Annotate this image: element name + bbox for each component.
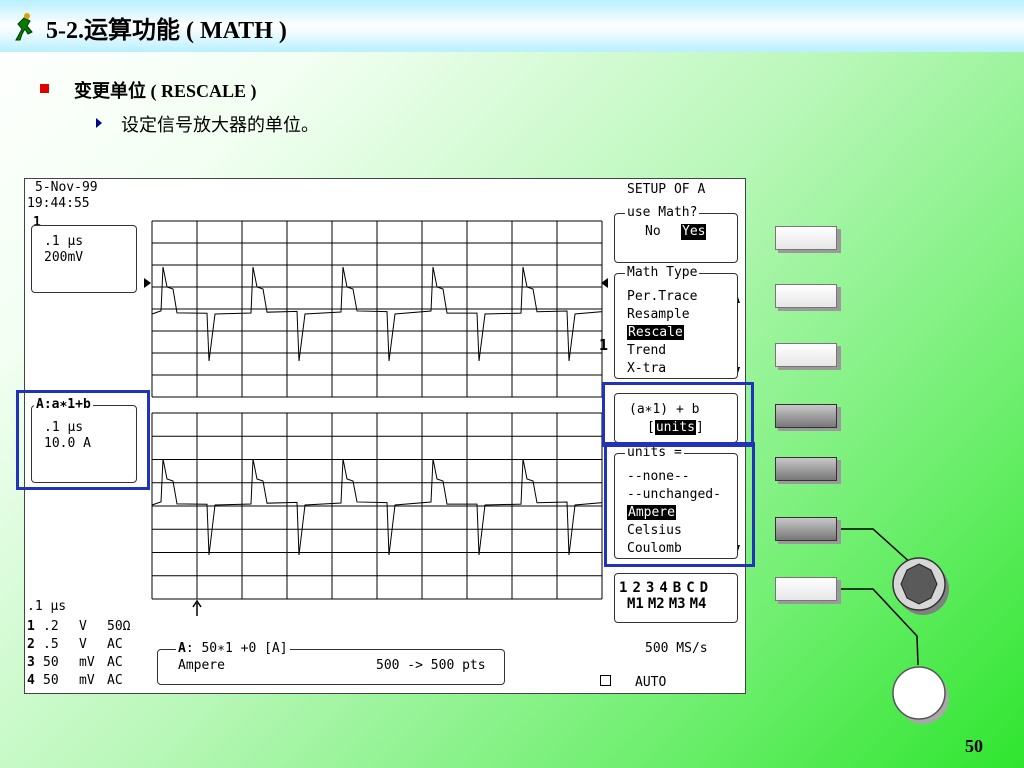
trace-marker-1: 1 bbox=[599, 336, 609, 354]
channel-id: 1 bbox=[27, 619, 35, 634]
channel-unit: V bbox=[79, 637, 87, 652]
trace-a-highlight-frame bbox=[16, 390, 150, 490]
softkey-1[interactable] bbox=[775, 226, 841, 253]
channel-volts: 50 bbox=[43, 673, 59, 688]
use-math-menu[interactable]: use Math? No Yes bbox=[614, 206, 738, 263]
formula-unit: Ampere bbox=[178, 658, 225, 673]
math-type-label: Math Type bbox=[625, 265, 700, 280]
menu-option[interactable]: X-tra bbox=[627, 360, 697, 378]
channel-row[interactable]: 3 50 mV AC bbox=[27, 655, 123, 671]
channel-coupling: AC bbox=[107, 637, 123, 652]
use-math-label: use Math? bbox=[625, 205, 700, 220]
runner-icon bbox=[15, 13, 33, 41]
softkey-6[interactable] bbox=[775, 517, 841, 544]
channel-row[interactable]: 1 .2 V 50Ω bbox=[27, 619, 130, 635]
softkey-7[interactable] bbox=[775, 577, 841, 604]
title-bar: 5-2.运算功能 ( MATH ) bbox=[0, 0, 1024, 52]
source-option[interactable]: M3 bbox=[669, 596, 686, 612]
menu-option[interactable]: Per.Trace bbox=[627, 288, 697, 306]
softkey-3[interactable] bbox=[775, 343, 841, 370]
adjust-knob-lower-icon[interactable] bbox=[889, 663, 953, 727]
channel-volts: .2 bbox=[43, 619, 59, 634]
source-select-panel[interactable]: 1234BCD M1 M2 M3 M4 bbox=[614, 573, 738, 623]
menu-option-label: Resample bbox=[627, 307, 690, 322]
trigger-status-box bbox=[600, 675, 611, 686]
menu-option-label: Rescale bbox=[627, 325, 684, 340]
page-number: 50 bbox=[965, 736, 983, 756]
formula-highlight-frame bbox=[602, 382, 754, 447]
trigger-arrow-icon bbox=[192, 599, 202, 616]
adjust-knob-upper-icon[interactable] bbox=[889, 554, 953, 618]
units-highlight-frame bbox=[604, 442, 755, 567]
menu-option-label: Per.Trace bbox=[627, 289, 698, 304]
source-option[interactable]: M4 bbox=[690, 596, 707, 612]
channel-id: 2 bbox=[27, 637, 35, 652]
channel-1-timebase: .1 μs bbox=[44, 234, 84, 249]
channel-coupling: AC bbox=[107, 655, 123, 670]
sample-rate-readout: 500 MS/s bbox=[645, 641, 708, 656]
source-row-2: M1 M2 M3 M4 bbox=[627, 596, 710, 612]
channel-coupling: 50Ω bbox=[107, 619, 131, 634]
channel-volts: .5 bbox=[43, 637, 59, 652]
menu-option[interactable]: Resample bbox=[627, 306, 697, 324]
time-text: 19:44:55 bbox=[27, 196, 90, 211]
menu-option-label: Trend bbox=[627, 343, 667, 358]
channel-volts: 50 bbox=[43, 655, 59, 670]
left-level-marker-icon bbox=[144, 278, 151, 288]
menu-option-label: X-tra bbox=[627, 361, 667, 376]
source-option[interactable]: 1 bbox=[619, 580, 627, 596]
source-option[interactable]: M2 bbox=[648, 596, 665, 612]
use-math-yes-option[interactable]: Yes bbox=[681, 224, 707, 240]
trigger-mode-readout: AUTO bbox=[635, 675, 667, 690]
bullet-arrow-icon bbox=[96, 118, 102, 128]
channel-id: 4 bbox=[27, 673, 35, 688]
source-option[interactable]: 3 bbox=[646, 580, 654, 596]
channel-1-volts: 200mV bbox=[44, 250, 84, 265]
page-title: 5-2.运算功能 ( MATH ) bbox=[46, 18, 287, 44]
source-option[interactable]: D bbox=[700, 580, 708, 596]
channel-unit: mV bbox=[79, 673, 95, 688]
channel-coupling: AC bbox=[107, 673, 123, 688]
source-option[interactable]: 4 bbox=[659, 580, 667, 596]
formula-header: A: 50∗1 +0 [A] bbox=[176, 641, 290, 656]
bullet-square-icon bbox=[40, 84, 49, 93]
source-option[interactable]: 2 bbox=[632, 580, 640, 596]
channel-row[interactable]: 4 50 mV AC bbox=[27, 673, 123, 689]
setup-title: SETUP OF A bbox=[627, 182, 706, 197]
source-option[interactable]: M1 bbox=[627, 596, 644, 612]
formula-info-panel: A: 50∗1 +0 [A] Ampere 500 -> 500 pts bbox=[157, 642, 505, 685]
softkey-4[interactable] bbox=[775, 404, 841, 431]
date-text: 5-Nov-99 bbox=[35, 180, 98, 195]
source-option[interactable]: B bbox=[673, 580, 681, 596]
math-type-list: Per.Trace Resample Rescale Trend X-tra bbox=[627, 288, 697, 378]
source-row-1: 1234BCD bbox=[619, 580, 713, 596]
bullet-level1: 变更单位 ( RESCALE ) bbox=[74, 81, 257, 101]
softkey-5[interactable] bbox=[775, 457, 841, 484]
channel-unit: V bbox=[79, 619, 87, 634]
source-option[interactable]: C bbox=[686, 580, 694, 596]
channel-unit: mV bbox=[79, 655, 95, 670]
formula-points: 500 -> 500 pts bbox=[376, 658, 486, 673]
channel-row[interactable]: 2 .5 V AC bbox=[27, 637, 123, 653]
channel-1-info-box[interactable]: .1 μs 200mV bbox=[31, 225, 137, 293]
softkey-2[interactable] bbox=[775, 284, 841, 311]
use-math-no-option[interactable]: No bbox=[645, 224, 661, 240]
math-type-menu[interactable]: Math Type Per.Trace Resample Rescale Trend X… bbox=[614, 266, 738, 379]
bullet-level2: 设定信号放大器的单位。 bbox=[121, 115, 319, 135]
menu-option[interactable]: Rescale bbox=[627, 324, 697, 342]
menu-option[interactable]: Trend bbox=[627, 342, 697, 360]
timebase-readout: .1 μs bbox=[27, 599, 67, 614]
channel-id: 3 bbox=[27, 655, 35, 670]
